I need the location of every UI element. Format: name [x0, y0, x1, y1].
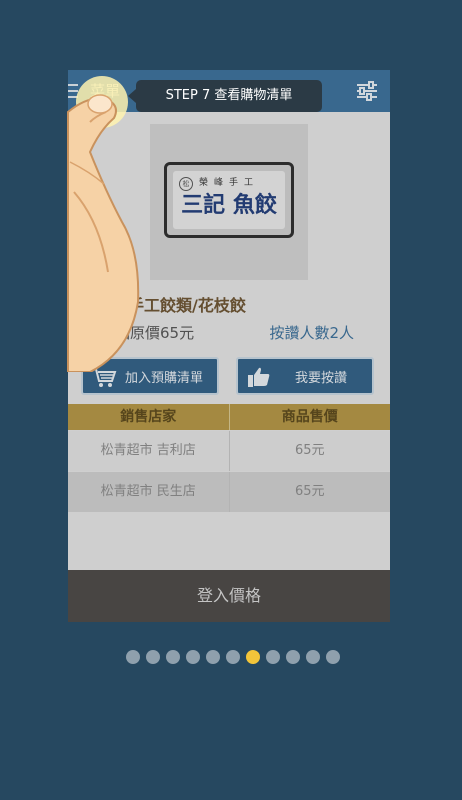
- page-dot[interactable]: [206, 650, 220, 664]
- like-label: 我要按讚: [294, 370, 347, 386]
- package-brand: 三記 魚餃: [181, 192, 277, 218]
- thumbs-up-icon: [248, 367, 270, 387]
- page-indicator: [126, 650, 340, 664]
- page-dot[interactable]: [326, 650, 340, 664]
- product-image: 松 榮峰手工 三記 魚餃: [150, 124, 308, 280]
- page-dot[interactable]: [286, 650, 300, 664]
- header-store: 銷售店家: [68, 404, 230, 430]
- page-dot[interactable]: [306, 650, 320, 664]
- page-dot[interactable]: [226, 650, 240, 664]
- page-dot[interactable]: [266, 650, 280, 664]
- store-price: 65元: [294, 484, 325, 499]
- page-dot[interactable]: [166, 650, 180, 664]
- like-count: 按讚人數2人: [269, 324, 354, 342]
- table-row[interactable]: 松青超市 吉利店 65元: [68, 431, 390, 471]
- header-price: 商品售價: [281, 409, 338, 425]
- page-dot[interactable]: [126, 650, 140, 664]
- table-row[interactable]: 松青超市 民生店 65元: [68, 472, 390, 512]
- sliders-icon[interactable]: [356, 80, 378, 102]
- store-table-header: 銷售店家 商品售價: [68, 404, 390, 430]
- page-dot-active[interactable]: [246, 650, 260, 664]
- like-button[interactable]: 我要按讚: [236, 357, 374, 395]
- store-name: 松青超市 吉利店: [68, 431, 230, 471]
- login-price-button[interactable]: 登入價格: [68, 570, 390, 622]
- pointing-hand-icon: [67, 76, 140, 372]
- product-package: 松 榮峰手工 三記 魚餃: [164, 162, 294, 238]
- page-dot[interactable]: [186, 650, 200, 664]
- store-name: 松青超市 民生店: [68, 472, 230, 512]
- store-price: 65元: [294, 443, 325, 458]
- page-dot[interactable]: [146, 650, 160, 664]
